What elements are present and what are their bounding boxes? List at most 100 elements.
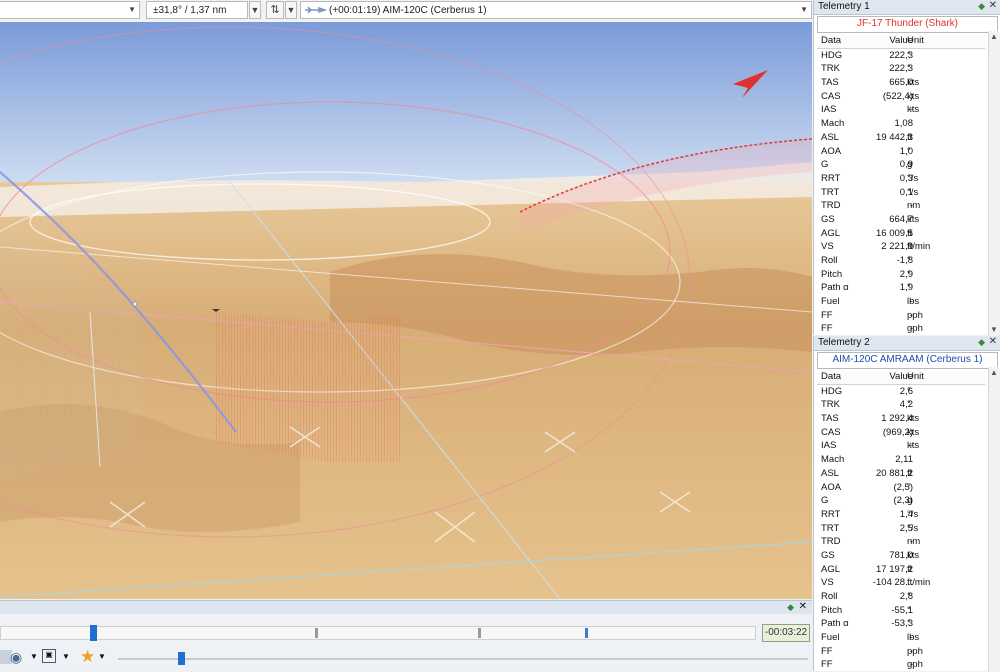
timeline-playhead[interactable] <box>90 625 98 641</box>
row-unit: ft/min <box>907 577 931 589</box>
telemetry-row[interactable]: FF - pph <box>817 645 985 659</box>
event-marker[interactable] <box>478 628 481 638</box>
row-unit: nm <box>907 200 921 212</box>
telemetry-row[interactable]: Pitch -55,1 ° <box>817 604 985 618</box>
telemetry-row[interactable]: TRD - nm <box>817 535 985 549</box>
telemetry-row[interactable]: Fuel - lbs <box>817 295 985 309</box>
telemetry-row[interactable]: IAS - kts <box>817 103 985 117</box>
chevron-down-icon[interactable]: ▼ <box>30 652 38 661</box>
event-marker[interactable] <box>315 628 318 638</box>
row-label: Mach <box>821 118 845 130</box>
view-select-dropdown[interactable]: ▼ <box>0 1 140 19</box>
telemetry-row[interactable]: TAS 1 292,4 kts <box>817 412 985 426</box>
telemetry-row[interactable]: Path α 1,9 ° <box>817 281 985 295</box>
camera-icon[interactable]: ▣ <box>42 649 56 663</box>
scroll-up-icon[interactable]: ▲ <box>990 368 998 377</box>
row-label: FF <box>821 645 833 657</box>
globe-icon[interactable]: ◉ <box>10 649 22 666</box>
telemetry-row[interactable]: G (2,3) g <box>817 494 985 508</box>
pin-icon[interactable]: ◆ <box>787 602 794 613</box>
telemetry-row[interactable]: Roll -1,8 ° <box>817 254 985 268</box>
row-unit: ft <box>907 563 913 575</box>
close-icon[interactable]: ✕ <box>989 0 997 11</box>
row-label: Path α <box>821 282 849 294</box>
telemetry-row[interactable]: GS 781,0 kts <box>817 549 985 563</box>
telemetry-row[interactable]: AGL 16 009,5 ft <box>817 227 985 241</box>
telemetry-row[interactable]: FF - gph <box>817 322 985 336</box>
row-label: Fuel <box>821 296 840 308</box>
telemetry-row[interactable]: CAS (969,2) kts <box>817 426 985 440</box>
telemetry-row[interactable]: CAS (522,4) kts <box>817 90 985 104</box>
pin-icon[interactable]: ◆ <box>978 337 985 348</box>
telemetry-row[interactable]: IAS - kts <box>817 439 985 453</box>
row-unit: ft <box>907 131 913 143</box>
telemetry-row[interactable]: Mach 2,11 <box>817 453 985 467</box>
telemetry-row[interactable]: ASL 20 881,2 ft <box>817 467 985 481</box>
chevron-down-icon[interactable]: ▼ <box>62 652 70 661</box>
speed-slider-thumb[interactable] <box>178 652 185 665</box>
speed-slider-track[interactable] <box>118 658 808 660</box>
telemetry-row[interactable]: TRT 2,5 °/s <box>817 522 985 536</box>
telemetry-row[interactable]: ASL 19 442,3 ft <box>817 131 985 145</box>
row-label: IAS <box>821 440 837 452</box>
panel-title: Telemetry 2 <box>818 337 870 348</box>
telemetry-row[interactable]: VS -104 28... ft/min <box>817 576 985 590</box>
telemetry-row[interactable]: G 0,9 g <box>817 158 985 172</box>
swap-dropdown-button[interactable]: ▼ <box>285 1 297 19</box>
telemetry-row[interactable]: RRT 0,3 °/s <box>817 172 985 186</box>
telemetry-row[interactable]: FF - pph <box>817 309 985 323</box>
favorite-star-icon[interactable]: ★ <box>80 647 95 667</box>
3d-viewport[interactable] <box>0 22 812 599</box>
chevron-down-icon: ▼ <box>128 5 136 14</box>
telemetry-row[interactable]: Path α -53,3 ° <box>817 617 985 631</box>
telemetry-rows: HDG 222,3 ° TRK 222,3 ° TAS 665,0 kts CAS (522,4) k… <box>817 49 985 336</box>
track-select-dropdown[interactable]: (+00:01:19) AIM-120C (Cerberus 1) ▼ <box>300 1 812 19</box>
close-icon[interactable]: ✕ <box>989 336 997 347</box>
target-select[interactable]: AIM-120C AMRAAM (Cerberus 1) <box>817 352 998 369</box>
row-unit: lbs <box>907 296 920 308</box>
close-icon[interactable]: ✕ <box>799 601 807 612</box>
scroll-down-icon[interactable]: ▼ <box>990 325 998 334</box>
telemetry-row[interactable]: HDG 2,6 ° <box>817 385 985 399</box>
telemetry-row[interactable]: Fuel - lbs <box>817 631 985 645</box>
pin-icon[interactable]: ◆ <box>978 1 985 12</box>
grid-header: Data Value Unit <box>817 370 985 385</box>
telemetry-row[interactable]: AOA 1,0 ° <box>817 145 985 159</box>
row-label: HDG <box>821 385 843 397</box>
telemetry-row[interactable]: AOA (2,5) ° <box>817 481 985 495</box>
angle-range-dropdown-button[interactable]: ▼ <box>249 1 261 19</box>
telemetry-row[interactable]: TAS 665,0 kts <box>817 76 985 90</box>
telemetry-row[interactable]: Roll 2,8 ° <box>817 590 985 604</box>
scrollbar[interactable]: ▲ ▼ <box>988 31 1000 335</box>
telemetry-row[interactable]: TRK 222,3 ° <box>817 62 985 76</box>
swap-icon[interactable]: ⇅ <box>266 1 284 19</box>
row-label: TRD <box>821 536 841 548</box>
telemetry-row[interactable]: Pitch 2,9 ° <box>817 268 985 282</box>
telemetry-grid: Data Value Unit HDG 222,3 ° TRK 222,3 ° TAS 665… <box>817 34 985 336</box>
telemetry-row[interactable]: Mach 1,08 <box>817 117 985 131</box>
scrollbar[interactable]: ▲ <box>988 367 1000 671</box>
event-marker[interactable] <box>585 628 588 638</box>
row-label: TRD <box>821 200 841 212</box>
angle-range-field[interactable]: ±31,8° / 1,37 nm <box>146 1 248 19</box>
telemetry-row[interactable]: AGL 17 197,2 ft <box>817 563 985 577</box>
telemetry-row[interactable]: HDG 222,3 ° <box>817 49 985 63</box>
telemetry-row[interactable]: GS 664,7 kts <box>817 213 985 227</box>
telemetry-row[interactable]: RRT 1,4 °/s <box>817 508 985 522</box>
telemetry-row[interactable]: TRK 4,2 ° <box>817 398 985 412</box>
timeline-track[interactable] <box>0 625 756 641</box>
target-select[interactable]: JF-17 Thunder (Shark) <box>817 16 998 33</box>
telemetry-row[interactable]: VS 2 221,9 ft/min <box>817 240 985 254</box>
scroll-up-icon[interactable]: ▲ <box>990 32 998 41</box>
3d-scene[interactable] <box>0 22 812 599</box>
telemetry-row[interactable]: FF - gph <box>817 658 985 672</box>
row-unit: ° <box>907 63 911 75</box>
chevron-down-icon[interactable]: ▼ <box>98 652 106 661</box>
column-header-unit: Unit <box>907 371 924 382</box>
telemetry-row[interactable]: TRT 0,1 °/s <box>817 186 985 200</box>
missile-marker[interactable] <box>132 301 138 307</box>
row-unit: kts <box>907 426 920 438</box>
telemetry-row[interactable]: TRD - nm <box>817 199 985 213</box>
row-label: AOA <box>821 481 842 493</box>
row-label: FF <box>821 309 833 321</box>
